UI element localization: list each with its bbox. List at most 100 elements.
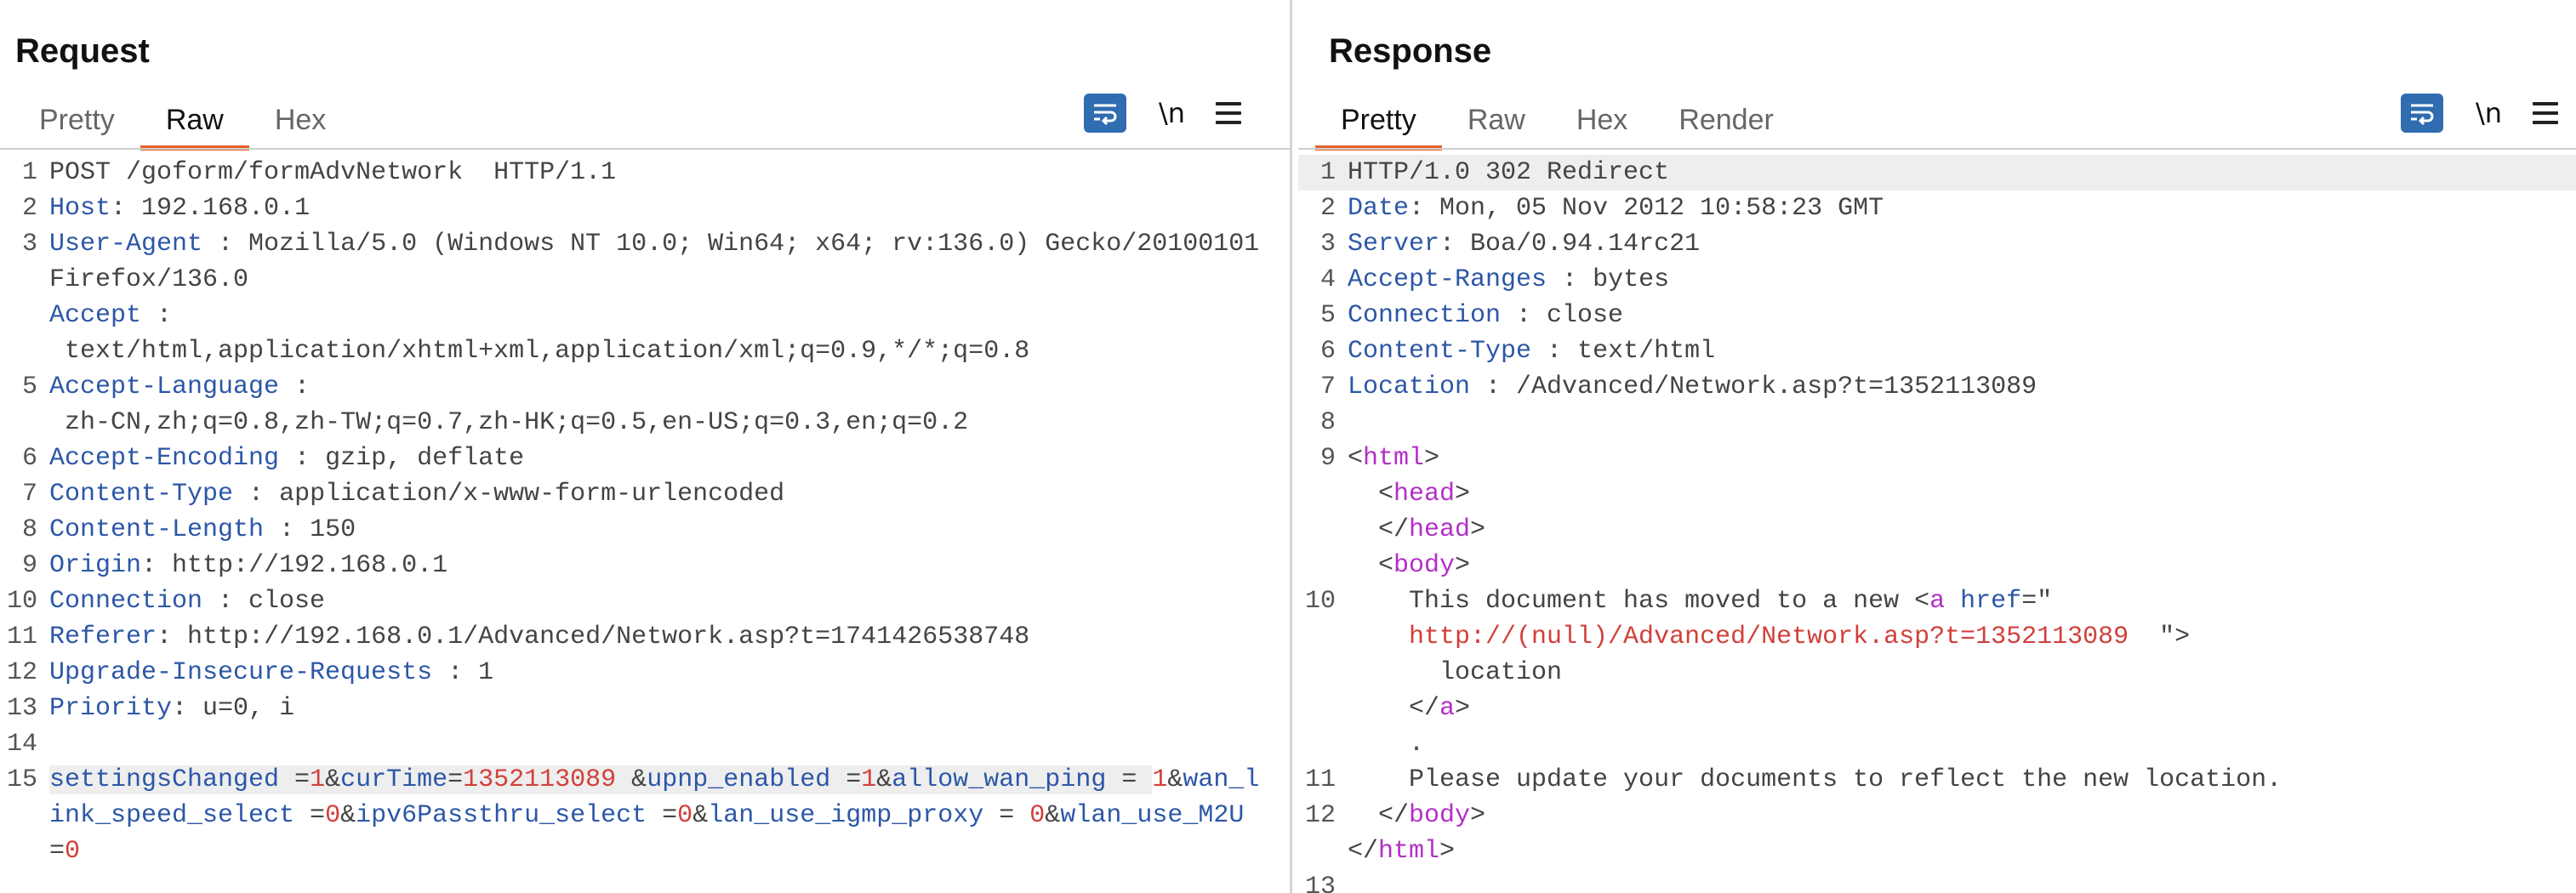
header-line: Content-Type : text/html bbox=[1348, 333, 2576, 369]
header-value: http://192.168.0.1 bbox=[157, 551, 448, 580]
header-name: Connection bbox=[49, 587, 203, 616]
header-name: Content-Type bbox=[49, 480, 234, 509]
hamburger-menu-icon[interactable] bbox=[1216, 102, 1242, 124]
param-name: allow_wan_ping bbox=[892, 765, 1107, 794]
request-line: 3 User-Agent : Mozilla/5.0 (Windows NT 1… bbox=[0, 226, 1290, 298]
tab-response-render[interactable]: Render bbox=[1653, 95, 1799, 147]
param-value: 0 bbox=[677, 801, 693, 830]
line-number: 5 bbox=[1319, 301, 1336, 330]
header-value: Mozilla/5.0 (Windows NT 10.0; Win64; x64… bbox=[49, 230, 1275, 294]
tab-request-pretty[interactable]: Pretty bbox=[14, 95, 140, 147]
request-tab-divider bbox=[0, 148, 1290, 150]
header-sep: : bbox=[264, 515, 295, 544]
line-number: 2 bbox=[21, 194, 37, 223]
html-line: <head> bbox=[1348, 480, 1471, 509]
response-line: 5 Connection : close bbox=[1298, 298, 2576, 333]
header-name: Origin bbox=[49, 551, 142, 580]
request-body: settingsChanged =1&curTime=1352113089 &u… bbox=[49, 765, 1260, 866]
response-line: <body> bbox=[1298, 548, 2576, 583]
param-value: 1 bbox=[1152, 765, 1168, 794]
hamburger-menu-icon[interactable] bbox=[2533, 102, 2559, 124]
header-line: Origin: http://192.168.0.1 bbox=[49, 548, 1290, 583]
param-name: upnp_enabled bbox=[647, 765, 831, 794]
header-value: bytes bbox=[1577, 265, 1670, 294]
header-sep: : bbox=[141, 301, 173, 330]
param-value: 1 bbox=[861, 765, 877, 794]
response-newline-toggle[interactable]: \n bbox=[2476, 97, 2502, 129]
line-number: 13 bbox=[1304, 873, 1336, 893]
header-line: Referer: http://192.168.0.1/Advanced/Net… bbox=[49, 619, 1290, 655]
tab-request-raw[interactable]: Raw bbox=[140, 95, 249, 151]
header-value: u=0, i bbox=[187, 694, 295, 723]
pane-divider[interactable] bbox=[1290, 0, 1298, 893]
line-number: 8 bbox=[1319, 408, 1336, 437]
request-line: 5 Accept-Language : zh-CN,zh;q=0.8,zh-TW… bbox=[0, 369, 1290, 441]
header-line: Location : /Advanced/Network.asp?t=13521… bbox=[1348, 369, 2576, 405]
header-sep: : bbox=[279, 373, 311, 401]
param-name: settingsChanged bbox=[49, 765, 280, 794]
header-sep: : bbox=[202, 230, 234, 259]
tab-request-hex[interactable]: Hex bbox=[249, 95, 351, 147]
header-value: text/html bbox=[1562, 337, 1716, 366]
line-number: 2 bbox=[1319, 194, 1336, 223]
header-sep: : bbox=[111, 194, 127, 223]
response-wrap-button[interactable] bbox=[2401, 94, 2443, 133]
param-name: lan_use_igmp_proxy bbox=[708, 801, 984, 830]
tab-response-hex[interactable]: Hex bbox=[1551, 95, 1653, 147]
response-line: 6 Content-Type : text/html bbox=[1298, 333, 2576, 369]
header-value: Mon, 05 Nov 2012 10:58:23 GMT bbox=[1424, 194, 1884, 223]
html-tag: body bbox=[1409, 801, 1471, 830]
header-name: Priority bbox=[49, 694, 173, 723]
html-line: </head> bbox=[1348, 515, 1486, 544]
line-number bbox=[1298, 548, 1348, 583]
header-name: Connection bbox=[1348, 301, 1502, 330]
response-editor[interactable]: 1 HTTP/1.0 302 Redirect 2 Date: Mon, 05 … bbox=[1298, 155, 2576, 893]
line-number: 9 bbox=[1319, 444, 1336, 473]
request-editor[interactable]: 1 POST /goform/formAdvNetwork HTTP/1.1 2… bbox=[0, 155, 1290, 893]
line-number: 12 bbox=[6, 658, 37, 687]
header-name: Accept-Ranges bbox=[1348, 265, 1547, 294]
response-line: 11 Please update your documents to refle… bbox=[1298, 762, 2576, 798]
request-path: /goform/formAdvNetwork bbox=[126, 158, 464, 187]
header-sep: : bbox=[1501, 301, 1532, 330]
text-wrap-icon bbox=[1094, 104, 1117, 125]
param-value: 1 bbox=[310, 765, 326, 794]
line-number: 10 bbox=[1304, 587, 1336, 616]
header-line: Accept-Language : zh-CN,zh;q=0.8,zh-TW;q… bbox=[49, 369, 1290, 441]
request-pane: Request Pretty Raw Hex \n 1 POST /goform… bbox=[0, 0, 1290, 893]
response-line: 8 bbox=[1298, 405, 2576, 441]
body-text: . bbox=[1409, 730, 1425, 759]
param-name: wlan_use_M2U bbox=[1060, 801, 1245, 830]
html-line: </body> bbox=[1348, 801, 1486, 830]
header-line: Date: Mon, 05 Nov 2012 10:58:23 GMT bbox=[1348, 191, 2576, 226]
header-line: Priority: u=0, i bbox=[49, 691, 1290, 726]
request-line: 9 Origin: http://192.168.0.1 bbox=[0, 548, 1290, 583]
line-number: 3 bbox=[1319, 230, 1336, 259]
line-number: 14 bbox=[6, 730, 37, 759]
header-sep: : bbox=[1470, 373, 1502, 401]
html-tag: head bbox=[1409, 515, 1471, 544]
header-sep: : bbox=[432, 658, 464, 687]
line-number: 13 bbox=[6, 694, 37, 723]
header-name: Server bbox=[1348, 230, 1440, 259]
header-line: Content-Length : 150 bbox=[49, 512, 1290, 548]
line-number: 1 bbox=[21, 158, 37, 187]
tab-response-pretty[interactable]: Pretty bbox=[1315, 95, 1442, 151]
header-value: application/x-www-form-urlencoded bbox=[264, 480, 785, 509]
param-name: curTime bbox=[340, 765, 448, 794]
header-line: Server: Boa/0.94.14rc21 bbox=[1348, 226, 2576, 262]
header-value: 192.168.0.1 bbox=[126, 194, 311, 223]
param-value: 0 bbox=[325, 801, 341, 830]
response-title: Response bbox=[1329, 32, 1492, 70]
line-number: 8 bbox=[21, 515, 37, 544]
header-line: Accept-Encoding : gzip, deflate bbox=[49, 441, 1290, 476]
http-method: POST bbox=[49, 158, 111, 187]
tab-response-raw[interactable]: Raw bbox=[1442, 95, 1551, 147]
header-value: http://192.168.0.1/Advanced/Network.asp?… bbox=[172, 623, 1030, 651]
line-number: 10 bbox=[6, 587, 37, 616]
html-line: <body> bbox=[1348, 551, 1471, 580]
request-wrap-button[interactable] bbox=[1084, 94, 1126, 133]
request-newline-toggle[interactable]: \n bbox=[1159, 97, 1185, 129]
header-name: Accept-Encoding bbox=[49, 444, 280, 473]
header-value: close bbox=[1531, 301, 1624, 330]
